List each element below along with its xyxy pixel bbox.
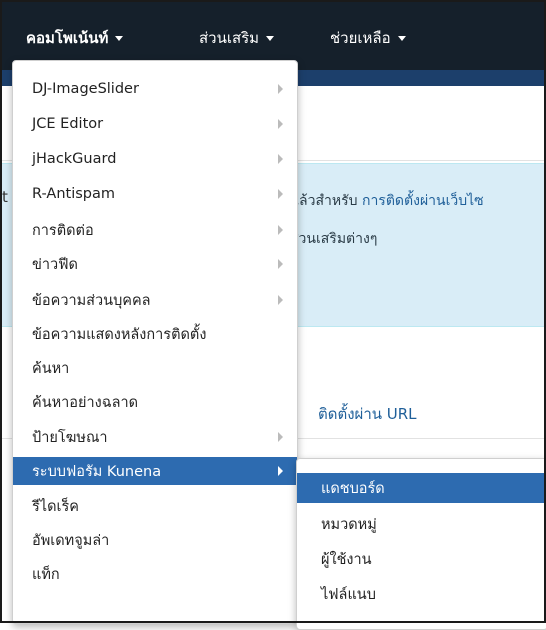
chevron-right-icon bbox=[278, 225, 283, 235]
submenu-item-users[interactable]: ผู้ใช้งาน bbox=[297, 544, 546, 574]
menu-item-label: อัพเดทจูมล่า bbox=[32, 532, 110, 549]
nav-extensions[interactable]: ส่วนเสริม bbox=[199, 26, 275, 50]
menu-item-label: ค้นหา bbox=[32, 360, 70, 377]
chevron-right-icon bbox=[278, 154, 283, 164]
menu-item-dj-imageslider[interactable]: DJ-ImageSlider bbox=[13, 75, 297, 103]
chevron-right-icon bbox=[278, 189, 283, 199]
nav-help-label: ช่วยเหลือ bbox=[330, 29, 391, 47]
menu-item-label: รีไดเร็ค bbox=[32, 498, 79, 515]
chevron-right-icon bbox=[278, 466, 283, 476]
menu-item-label: ข้อความส่วนบุคคล bbox=[32, 292, 151, 309]
nav-help[interactable]: ช่วยเหลือ bbox=[330, 26, 406, 50]
info-link[interactable]: การติดตั้งผ่านเว็บไซ bbox=[362, 193, 484, 209]
submenu-item-attachments[interactable]: ไฟล์แนบ bbox=[297, 579, 546, 609]
menu-item-jhackguard[interactable]: jHackGuard bbox=[13, 145, 297, 173]
submenu-item-categories[interactable]: หมวดหมู่ bbox=[297, 509, 546, 539]
nav-extensions-label: ส่วนเสริม bbox=[199, 29, 260, 47]
chevron-down-icon bbox=[397, 36, 406, 41]
install-url-tab[interactable]: ติดตั้งผ่าน URL bbox=[318, 402, 417, 426]
components-dropdown-menu: DJ-ImageSlider JCE Editor jHackGuard R-A… bbox=[12, 60, 298, 624]
chevron-right-icon bbox=[278, 432, 283, 442]
menu-item-tags[interactable]: แท็ก bbox=[13, 560, 297, 588]
menu-item-private-messages[interactable]: ข้อความส่วนบุคคล bbox=[13, 286, 297, 314]
menu-item-jce-editor[interactable]: JCE Editor bbox=[13, 110, 297, 138]
page-edge-text: t bbox=[2, 188, 8, 206]
menu-item-label: ระบบฟอรัม Kunena bbox=[32, 463, 162, 480]
chevron-down-icon bbox=[266, 36, 275, 41]
menu-item-label: DJ-ImageSlider bbox=[32, 81, 139, 97]
chevron-right-icon bbox=[278, 295, 283, 305]
menu-item-redirects[interactable]: รีไดเร็ค bbox=[13, 492, 297, 520]
submenu-item-label: ผู้ใช้งาน bbox=[321, 551, 372, 568]
chevron-right-icon bbox=[278, 259, 283, 269]
menu-item-banners[interactable]: ป้ายโฆษณา bbox=[13, 423, 297, 451]
menu-item-label: jHackGuard bbox=[32, 151, 117, 167]
menu-item-kunena-forum[interactable]: ระบบฟอรัม Kunena bbox=[13, 457, 297, 485]
menu-item-label: ค้นหาอย่างฉลาด bbox=[32, 394, 139, 411]
menu-item-label: ป้ายโฆษณา bbox=[32, 429, 108, 446]
chevron-down-icon bbox=[115, 36, 124, 41]
menu-item-label: การติดต่อ bbox=[32, 222, 94, 239]
submenu-item-label: ไฟล์แนบ bbox=[321, 586, 376, 603]
menu-item-label: ข่าวฟีด bbox=[32, 256, 78, 273]
kunena-submenu: แดชบอร์ด หมวดหมู่ ผู้ใช้งาน ไฟล์แนบ bbox=[296, 458, 546, 630]
menu-item-label: แท็ก bbox=[32, 566, 60, 583]
info-text: แล้วสำหรับ bbox=[290, 193, 358, 209]
menu-item-newsfeeds[interactable]: ข่าวฟีด bbox=[13, 250, 297, 278]
menu-item-joomla-update[interactable]: อัพเดทจูมล่า bbox=[13, 526, 297, 554]
menu-item-r-antispam[interactable]: R-Antispam bbox=[13, 180, 297, 208]
submenu-item-label: แดชบอร์ด bbox=[321, 480, 385, 497]
chevron-right-icon bbox=[278, 119, 283, 129]
menu-item-label: JCE Editor bbox=[32, 116, 104, 132]
menu-item-label: R-Antispam bbox=[32, 186, 115, 202]
menu-item-search[interactable]: ค้นหา bbox=[13, 354, 297, 382]
info-text-line-2: ส่วนเสริมต่างๆ bbox=[290, 231, 378, 247]
menu-item-label: ข้อความแสดงหลังการติดตั้ง bbox=[32, 326, 207, 343]
nav-components[interactable]: คอมโพเน้นท์ bbox=[26, 26, 124, 50]
nav-components-label: คอมโพเน้นท์ bbox=[26, 29, 109, 47]
submenu-item-label: หมวดหมู่ bbox=[321, 516, 377, 533]
menu-item-post-install-messages[interactable]: ข้อความแสดงหลังการติดตั้ง bbox=[13, 320, 297, 348]
menu-item-contacts[interactable]: การติดต่อ bbox=[13, 216, 297, 244]
menu-item-smart-search[interactable]: ค้นหาอย่างฉลาด bbox=[13, 388, 297, 416]
chevron-right-icon bbox=[278, 84, 283, 94]
submenu-item-dashboard[interactable]: แดชบอร์ด bbox=[297, 473, 546, 503]
info-text-line-1: แล้วสำหรับ การติดตั้งผ่านเว็บไซ bbox=[290, 190, 484, 212]
